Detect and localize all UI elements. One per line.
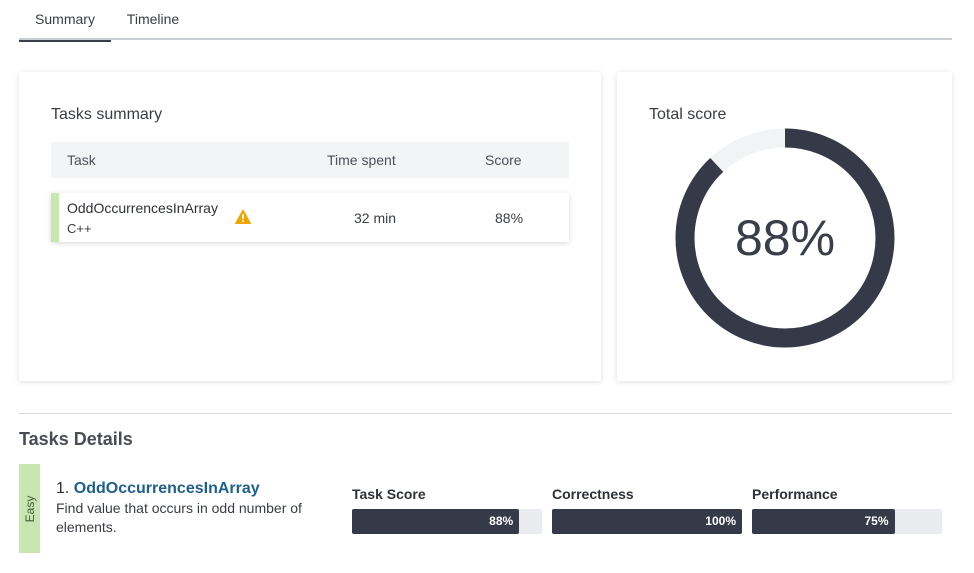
- task-name: OddOccurrencesInArray: [67, 200, 218, 216]
- column-header-time-spent: Time spent: [327, 152, 396, 168]
- progress-fill: 88%: [352, 509, 520, 534]
- progress-track: 100%: [552, 509, 742, 534]
- tab-summary[interactable]: Summary: [19, 0, 111, 42]
- total-score-title: Total score: [649, 106, 727, 123]
- task-language: C++: [67, 221, 92, 236]
- progress-value: 100%: [705, 514, 736, 528]
- task-number: 1.: [56, 480, 70, 497]
- task-description: Find value that occurs in odd number of …: [56, 500, 302, 535]
- task-score: 88%: [495, 210, 524, 226]
- difficulty-label: Easy: [22, 495, 37, 522]
- tab-bar: Summary Timeline: [19, 0, 952, 42]
- warning-icon: [235, 209, 251, 224]
- progress-value: 88%: [489, 514, 514, 528]
- progress-fill: 100%: [552, 509, 742, 534]
- total-score-value: 88%: [734, 210, 836, 266]
- progress-track: 88%: [352, 509, 542, 534]
- tasks-summary-card: Tasks summary Task Time spent Score OddO…: [19, 72, 601, 381]
- column-header-score: Score: [485, 152, 522, 168]
- task-link[interactable]: OddOccurrencesInArray: [74, 480, 260, 497]
- section-divider: [19, 413, 952, 414]
- task-time-spent: 32 min: [354, 210, 397, 226]
- metric-label: Performance: [752, 486, 838, 502]
- total-score-card: Total score 88%: [617, 72, 952, 381]
- task-detail-title: 1. OddOccurrencesInArray: [56, 480, 260, 498]
- metric-task-score: Task Score 88%: [352, 486, 542, 534]
- progress-track: 75%: [752, 509, 942, 534]
- tasks-table-header: Task Time spent Score: [51, 142, 569, 178]
- metric-performance: Performance 75%: [752, 486, 942, 534]
- difficulty-badge: Easy: [19, 464, 40, 553]
- tab-timeline[interactable]: Timeline: [119, 0, 187, 40]
- tasks-details-title: Tasks Details: [19, 429, 133, 449]
- table-row[interactable]: OddOccurrencesInArray C++ 32 min 88%: [51, 193, 569, 242]
- progress-fill: 75%: [752, 509, 895, 534]
- metric-label: Task Score: [352, 486, 426, 502]
- column-header-task: Task: [67, 152, 96, 168]
- metric-correctness: Correctness 100%: [552, 486, 742, 534]
- progress-value: 75%: [864, 514, 889, 528]
- metric-label: Correctness: [552, 486, 634, 502]
- tasks-summary-title: Tasks summary: [51, 106, 163, 123]
